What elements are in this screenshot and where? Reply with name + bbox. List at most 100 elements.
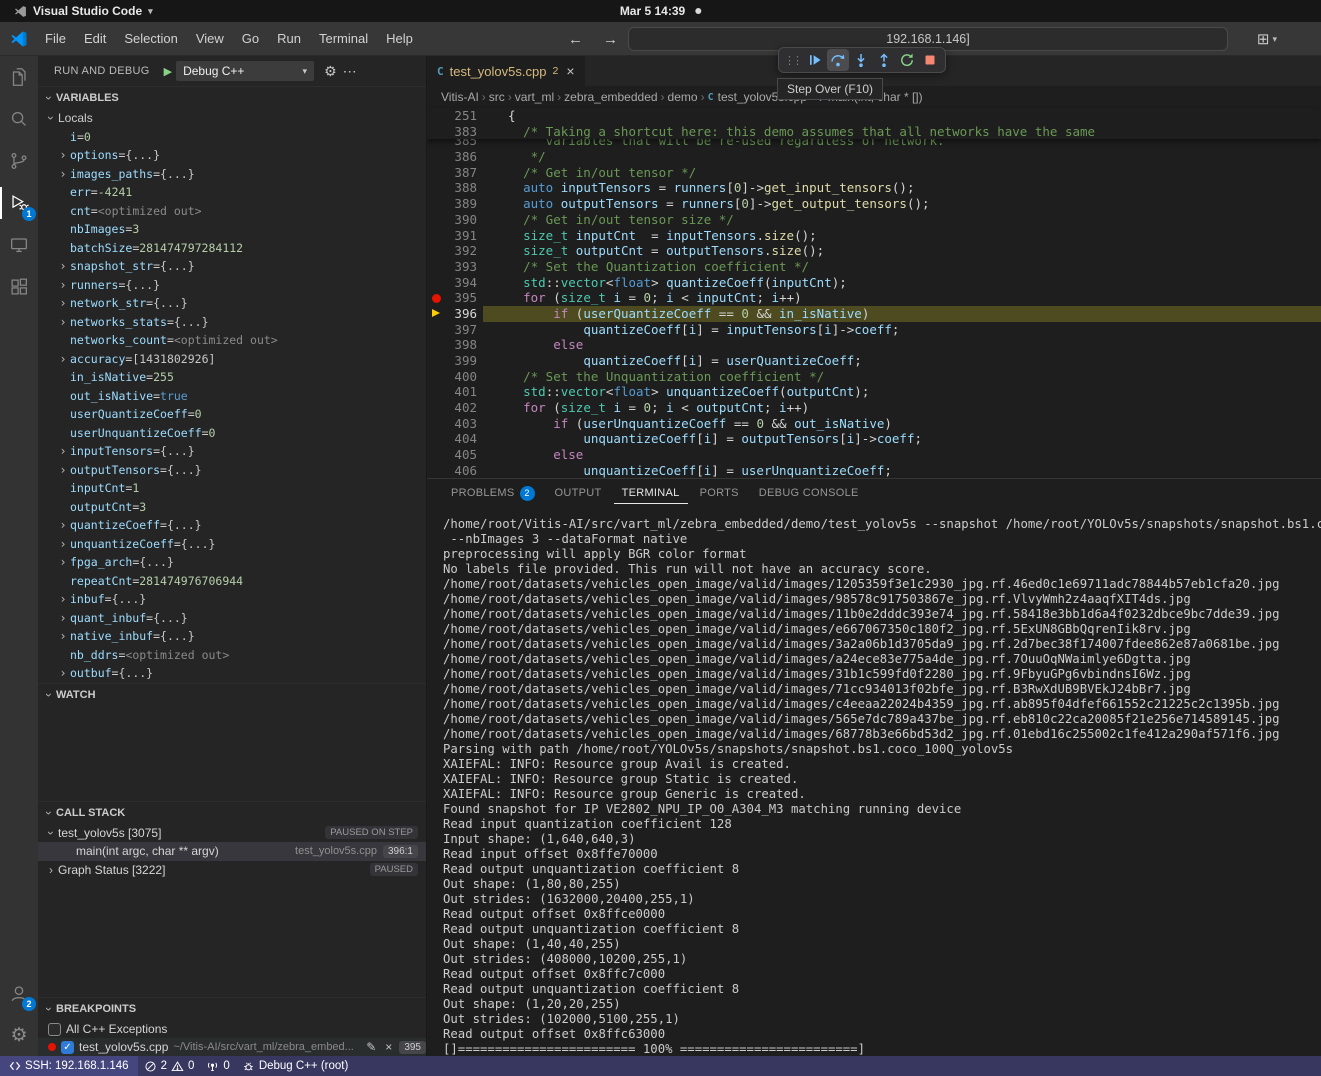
variable-row[interactable]: userUnquantizeCoeff = 0	[38, 424, 426, 443]
back-arrow-icon[interactable]: ←	[568, 31, 583, 48]
accounts-icon[interactable]: 2	[0, 972, 38, 1014]
menu-run[interactable]: Run	[268, 22, 310, 56]
gear-icon[interactable]: ⚙	[324, 63, 337, 80]
variable-row[interactable]: ›options = {...}	[38, 146, 426, 165]
panel-tab-terminal[interactable]: TERMINAL	[614, 482, 688, 504]
ports-status[interactable]: 0	[200, 1056, 235, 1076]
variable-row[interactable]: ›unquantizeCoeff = {...}	[38, 535, 426, 554]
panel-tab-problems[interactable]: PROBLEMS2	[443, 481, 543, 506]
variable-row[interactable]: in_isNative = 255	[38, 368, 426, 387]
panel-tab-output[interactable]: OUTPUT	[547, 482, 610, 504]
variable-row[interactable]: networks_count = <optimized out>	[38, 331, 426, 350]
editor-tab[interactable]: C test_yolov5s.cpp 2 ×	[427, 56, 586, 86]
variable-row[interactable]: ›inputTensors = {...}	[38, 442, 426, 461]
watch-section-header[interactable]: › WATCH	[38, 684, 426, 706]
breakpoint-checkbox[interactable]	[48, 1023, 61, 1036]
scope-locals[interactable]: › Locals	[38, 109, 426, 128]
variable-row[interactable]: ›runners = {...}	[38, 276, 426, 295]
code-line[interactable]: 383 /* Taking a shortcut here: this demo…	[427, 124, 1321, 140]
code-line[interactable]: 395 for (size_t i = 0; i < inputCnt; i++…	[427, 290, 1321, 306]
step-over-button[interactable]	[827, 49, 849, 71]
variable-row[interactable]: i = 0	[38, 128, 426, 147]
variable-row[interactable]: ›quantizeCoeff = {...}	[38, 516, 426, 535]
menu-edit[interactable]: Edit	[75, 22, 115, 56]
code-line[interactable]: 392 size_t outputCnt = outputTensors.siz…	[427, 243, 1321, 259]
forward-arrow-icon[interactable]: →	[603, 31, 618, 48]
call-stack-frame[interactable]: ›test_yolov5s [3075]PAUSED ON STEP	[38, 824, 426, 843]
code-line[interactable]: 386 */	[427, 149, 1321, 165]
variable-row[interactable]: err = -4241	[38, 183, 426, 202]
variables-section-header[interactable]: › VARIABLES	[38, 87, 426, 109]
problems-status[interactable]: 2 0	[138, 1056, 201, 1076]
menu-go[interactable]: Go	[233, 22, 268, 56]
start-debugging-button[interactable]: ▶	[164, 65, 172, 78]
remote-indicator[interactable]: SSH: 192.168.1.146	[0, 1056, 138, 1076]
panel-tab-debug-console[interactable]: DEBUG CONSOLE	[751, 482, 867, 504]
panel-tab-ports[interactable]: PORTS	[692, 482, 747, 504]
extensions-icon[interactable]	[0, 266, 38, 308]
breakpoints-section-header[interactable]: › BREAKPOINTS	[38, 998, 426, 1020]
code-line[interactable]: 401 std::vector<float> unquantizeCoeff(o…	[427, 384, 1321, 400]
variable-row[interactable]: nbImages = 3	[38, 220, 426, 239]
terminal-output[interactable]: /home/root/Vitis-AI/src/vart_ml/zebra_em…	[427, 507, 1321, 1056]
code-line[interactable]: 402 for (size_t i = 0; i < outputCnt; i+…	[427, 400, 1321, 416]
breadcrumb-item[interactable]: vart_ml	[515, 90, 554, 104]
close-icon[interactable]: ×	[383, 1040, 394, 1054]
code-line[interactable]: 404 unquantizeCoeff[i] = outputTensors[i…	[427, 431, 1321, 447]
debug-config-dropdown[interactable]: Debug C++ ▾	[176, 61, 314, 81]
variable-row[interactable]: out_isNative = true	[38, 387, 426, 406]
menu-help[interactable]: Help	[377, 22, 422, 56]
variable-row[interactable]: ›images_paths = {...}	[38, 165, 426, 184]
menu-terminal[interactable]: Terminal	[310, 22, 377, 56]
breadcrumb-item[interactable]: Vitis-AI	[441, 90, 479, 104]
code-line[interactable]: 406 unquantizeCoeff[i] = userUnquantizeC…	[427, 463, 1321, 478]
close-icon[interactable]: ×	[566, 63, 574, 79]
breakpoint-checkbox[interactable]: ✓	[61, 1041, 74, 1054]
variable-row[interactable]: inputCnt = 1	[38, 479, 426, 498]
call-stack-frame[interactable]: ›Graph Status [3222]PAUSED	[38, 861, 426, 880]
breakpoint-dot-icon[interactable]	[427, 290, 447, 306]
menu-file[interactable]: File	[36, 22, 75, 56]
layout-control[interactable]: ⊞ ▾	[1257, 22, 1277, 56]
variable-row[interactable]: repeatCnt = 281474976706944	[38, 572, 426, 591]
restart-button[interactable]	[896, 49, 918, 71]
code-line[interactable]: 390 /* Get in/out tensor size */	[427, 212, 1321, 228]
code-line[interactable]: 394 std::vector<float> quantizeCoeff(inp…	[427, 275, 1321, 291]
remote-explorer-icon[interactable]	[0, 224, 38, 266]
system-app-menu[interactable]: Visual Studio Code ▾	[14, 4, 153, 18]
variable-row[interactable]: ›accuracy = [1431802926]	[38, 350, 426, 369]
drag-handle-icon[interactable]: ⋮⋮	[784, 54, 800, 67]
variable-row[interactable]: ›network_str = {...}	[38, 294, 426, 313]
call-stack-section-header[interactable]: › CALL STACK	[38, 802, 426, 824]
search-icon[interactable]	[0, 98, 38, 140]
variable-row[interactable]: batchSize = 281474797284112	[38, 239, 426, 258]
variable-row[interactable]: outputCnt = 3	[38, 498, 426, 517]
stop-button[interactable]	[919, 49, 941, 71]
variable-row[interactable]: ›snapshot_str = {...}	[38, 257, 426, 276]
debug-status[interactable]: Debug C++ (root)	[236, 1056, 355, 1076]
breadcrumb-item[interactable]: demo	[668, 90, 698, 104]
variable-row[interactable]: ›networks_stats = {...}	[38, 313, 426, 332]
variable-row[interactable]: ›outputTensors = {...}	[38, 461, 426, 480]
breakpoint-row[interactable]: All C++ Exceptions	[38, 1020, 426, 1038]
code-line[interactable]: 397 quantizeCoeff[i] = inputTensors[i]->…	[427, 322, 1321, 338]
variable-row[interactable]: ›outbuf = {...}	[38, 664, 426, 683]
code-line[interactable]: 388 auto inputTensors = runners[0]->get_…	[427, 180, 1321, 196]
breadcrumb-item[interactable]: src	[489, 90, 505, 104]
source-control-icon[interactable]	[0, 140, 38, 182]
code-line[interactable]: 396 if (userQuantizeCoeff == 0 && in_isN…	[427, 306, 1321, 322]
variable-row[interactable]: userQuantizeCoeff = 0	[38, 405, 426, 424]
more-actions-icon[interactable]: ⋯	[343, 63, 358, 80]
code-line[interactable]: 399 quantizeCoeff[i] = userQuantizeCoeff…	[427, 353, 1321, 369]
continue-button[interactable]	[804, 49, 826, 71]
code-line[interactable]: 251 {	[427, 108, 1321, 124]
variable-row[interactable]: ›native_inbuf = {...}	[38, 627, 426, 646]
breadcrumb-item[interactable]: zebra_embedded	[564, 90, 657, 104]
code-line[interactable]: 387 /* Get in/out tensor */	[427, 165, 1321, 181]
code-line[interactable]: 400 /* Set the Unquantization coefficien…	[427, 369, 1321, 385]
edit-icon[interactable]: ✎	[364, 1040, 378, 1054]
variable-row[interactable]: cnt = <optimized out>	[38, 202, 426, 221]
code-line[interactable]: 403 if (userUnquantizeCoeff == 0 && out_…	[427, 416, 1321, 432]
code-line[interactable]: 405 else	[427, 447, 1321, 463]
explorer-icon[interactable]	[0, 56, 38, 98]
